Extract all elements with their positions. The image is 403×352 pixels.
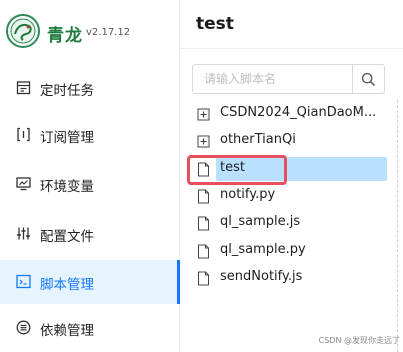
tree-item-label: sendNotify.js xyxy=(220,269,303,284)
tree-file[interactable]: ql_sample.js xyxy=(191,211,381,235)
sidebar-item-label: 依赖管理 xyxy=(40,323,94,339)
calendar-icon xyxy=(16,81,31,95)
code-icon xyxy=(16,274,31,289)
subscription-icon xyxy=(17,127,30,142)
sidebar-item-cron[interactable]: 定时任务 xyxy=(0,66,180,110)
sidebar-item-label: 环境变量 xyxy=(40,179,94,195)
search-input[interactable] xyxy=(194,66,354,92)
dependency-icon xyxy=(16,320,31,335)
file-icon xyxy=(198,216,209,231)
sidebar-item-dependencies[interactable]: 依赖管理 xyxy=(0,306,180,350)
tree-file[interactable]: ql_sample.py xyxy=(191,239,381,263)
tree-folder[interactable]: CSDN2024_QianDaoM... xyxy=(191,102,381,126)
file-icon xyxy=(198,244,209,259)
tree-folder[interactable]: otherTianQi xyxy=(191,129,381,153)
sidebar-item-config[interactable]: 配置文件 xyxy=(0,212,180,256)
sliders-icon xyxy=(17,227,30,240)
page-title: test xyxy=(196,14,234,34)
annotation-highlight-box xyxy=(187,155,287,185)
sidebar-item-scripts[interactable]: 脚本管理 xyxy=(0,260,180,304)
tree-item-label: otherTianQi xyxy=(220,132,296,147)
sidebar-item-label: 定时任务 xyxy=(40,83,94,99)
sidebar-item-env[interactable]: 环境变量 xyxy=(0,162,180,206)
folder-expand-icon xyxy=(197,135,210,148)
brand[interactable]: 青龙 v2.17.12 xyxy=(0,0,180,66)
sidebar: 青龙 v2.17.12 定时任务 订阅管理 环境变量 配置文件 脚本管理 依赖管… xyxy=(0,0,180,352)
sidebar-item-label: 订阅管理 xyxy=(40,130,94,146)
search-box xyxy=(192,64,385,94)
tree-item-label: notify.py xyxy=(220,187,276,202)
divider xyxy=(181,48,403,49)
search-icon xyxy=(361,72,376,86)
brand-name: 青龙 xyxy=(47,26,83,46)
file-icon xyxy=(198,271,209,286)
tree-file[interactable]: sendNotify.js xyxy=(191,266,381,290)
tree-item-label: CSDN2024_QianDaoM... xyxy=(220,105,377,120)
tree-item-label: ql_sample.js xyxy=(220,214,301,229)
tree-item-label: ql_sample.py xyxy=(220,242,306,257)
watermark: CSDN @发现你走远了 xyxy=(318,336,400,345)
sidebar-item-label: 脚本管理 xyxy=(40,277,94,293)
file-icon xyxy=(198,189,209,204)
tree-file[interactable]: notify.py xyxy=(191,184,381,208)
monitor-icon xyxy=(16,177,31,191)
folder-expand-icon xyxy=(197,108,210,121)
qinglong-logo-icon xyxy=(6,14,40,48)
tree-divider xyxy=(397,100,398,352)
sidebar-item-subscription[interactable]: 订阅管理 xyxy=(0,113,180,157)
sidebar-item-label: 配置文件 xyxy=(40,229,94,245)
version-label: v2.17.12 xyxy=(86,27,131,38)
search-button[interactable] xyxy=(352,65,384,93)
